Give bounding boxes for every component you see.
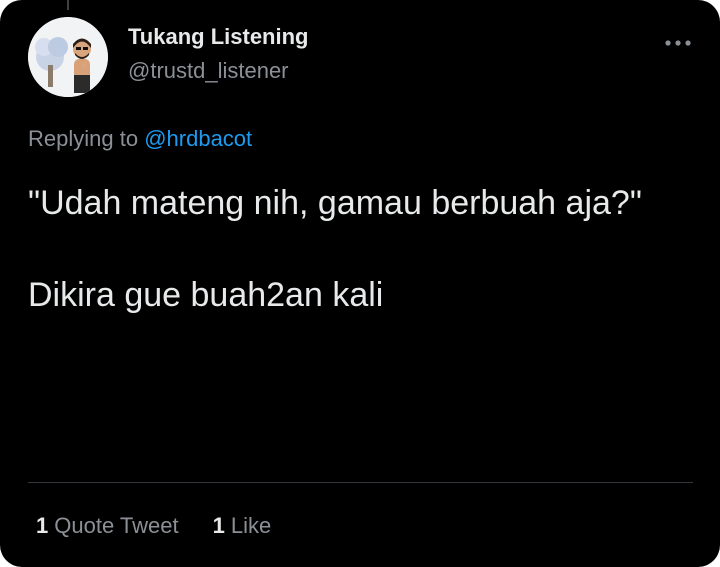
author-display-name[interactable]: Tukang Listening bbox=[128, 24, 308, 50]
thread-connector-line bbox=[67, 0, 69, 10]
reply-mention-link[interactable]: @hrdbacot bbox=[144, 126, 252, 151]
likes-label: Like bbox=[230, 513, 272, 538]
avatar-image bbox=[28, 17, 108, 97]
quote-tweets-label: Quote Tweet bbox=[54, 513, 179, 538]
likes-stat[interactable]: 1 Like bbox=[213, 513, 272, 539]
avatar[interactable] bbox=[28, 17, 108, 97]
author-handle[interactable]: @trustd_listener bbox=[128, 58, 289, 84]
quote-tweets-stat[interactable]: 1 Quote Tweet bbox=[36, 513, 179, 539]
likes-count: 1 bbox=[212, 513, 225, 538]
tweet-stats: 1 Quote Tweet 1 Like bbox=[36, 513, 271, 539]
tweet-text: "Udah mateng nih, gamau berbuah aja?" Di… bbox=[28, 180, 668, 318]
tweet-text-paragraph: "Udah mateng nih, gamau berbuah aja?" bbox=[28, 184, 642, 222]
tweet-card: Tukang Listening @trustd_listener Replyi… bbox=[0, 0, 720, 567]
divider bbox=[28, 482, 693, 483]
more-options-icon[interactable] bbox=[664, 34, 692, 46]
tweet-text-paragraph: Dikira gue buah2an kali bbox=[28, 276, 384, 314]
replying-to: Replying to @hrdbacot bbox=[28, 126, 252, 152]
replying-to-label: Replying to bbox=[28, 126, 139, 151]
quote-tweets-count: 1 bbox=[36, 513, 49, 538]
